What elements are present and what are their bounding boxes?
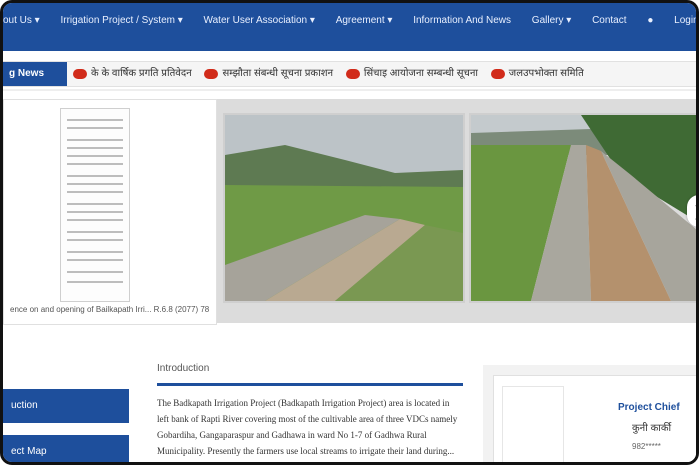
document-caption: ence on and opening of Bailkapath Irri..…	[10, 305, 210, 314]
nav-menu: out Us ▾ Irrigation Project / System ▾ W…	[3, 15, 699, 26]
chief-title: Project Chief	[618, 402, 680, 413]
chief-name: कुनी कार्की	[632, 423, 672, 434]
browser-frame: out Us ▾ Irrigation Project / System ▾ W…	[0, 0, 699, 465]
ticker-item[interactable]: सम्झौता संबन्धी सूचना प्रकाशन	[204, 62, 333, 86]
carousel-next-button[interactable]: ❯	[687, 195, 696, 227]
nav-item-gallery[interactable]: Gallery ▾	[532, 15, 571, 26]
canal-photo-2[interactable]	[469, 113, 696, 303]
top-navigation: out Us ▾ Irrigation Project / System ▾ W…	[3, 3, 699, 51]
nav-item-irrigation-project[interactable]: Irrigation Project / System ▾	[60, 15, 182, 26]
ticker-item-text: जलउपभोक्ता समिति	[508, 68, 584, 79]
intro-underline	[157, 383, 463, 386]
ticker-item[interactable]: सिंचाइ आयोजना सम्बन्धी सूचना	[345, 62, 479, 86]
canal-photo-2-image	[471, 115, 696, 301]
chief-avatar	[502, 386, 564, 462]
nav-item-contact[interactable]: Contact	[592, 15, 626, 26]
canal-photo-1[interactable]	[223, 113, 465, 303]
sidebar-item-project-map[interactable]: ect Map	[3, 435, 129, 462]
nav-item-water-user-association[interactable]: Water User Association ▾	[204, 15, 315, 26]
news-ticker: g News के के वार्षिक प्रगति प्रतिवेदन सम…	[3, 61, 696, 87]
user-icon: ●	[647, 15, 654, 26]
new-badge-icon	[345, 69, 360, 79]
nav-item-login[interactable]: ● Login	[647, 15, 699, 26]
nav-item-about-us[interactable]: out Us ▾	[3, 15, 40, 26]
chief-phone: 982*****	[632, 442, 661, 451]
sidebar-item-introduction[interactable]: uction	[3, 389, 129, 423]
nav-item-agreement[interactable]: Agreement ▾	[336, 15, 393, 26]
project-chief-card: Project Chief कुनी कार्की 982*****	[493, 375, 696, 462]
ticker-item[interactable]: जलउपभोक्ता समिति	[490, 62, 584, 86]
intro-heading: Introduction	[157, 363, 210, 374]
nav-login-label: Login	[674, 15, 699, 26]
new-badge-icon	[204, 69, 219, 79]
section-divider	[3, 89, 696, 91]
chevron-right-icon: ❯	[693, 203, 696, 220]
nav-item-information-news[interactable]: Information And News	[413, 15, 511, 26]
document-thumbnail	[60, 108, 130, 302]
canal-photo-1-image	[225, 115, 463, 301]
ticker-item-text: के के वार्षिक प्रगति प्रतिवेदन	[91, 68, 192, 79]
intro-paragraph: The Badkapath Irrigation Project (Badkap…	[157, 398, 458, 456]
new-badge-icon	[73, 69, 87, 79]
ticker-item-text: सम्झौता संबन्धी सूचना प्रकाशन	[222, 68, 334, 79]
ticker-items: के के वार्षिक प्रगति प्रतिवेदन सम्झौता स…	[73, 62, 594, 86]
breaking-news-label: g News	[3, 62, 67, 86]
project-chief-panel: Project Chief कुनी कार्की 982*****	[483, 365, 696, 462]
ticker-item-text: सिंचाइ आयोजना सम्बन्धी सूचना	[363, 68, 479, 79]
notice-document-card[interactable]: ence on and opening of Bailkapath Irri..…	[3, 99, 217, 325]
new-badge-icon	[490, 69, 505, 79]
ticker-item[interactable]: के के वार्षिक प्रगति प्रतिवेदन	[73, 62, 192, 86]
photo-carousel	[217, 99, 696, 323]
